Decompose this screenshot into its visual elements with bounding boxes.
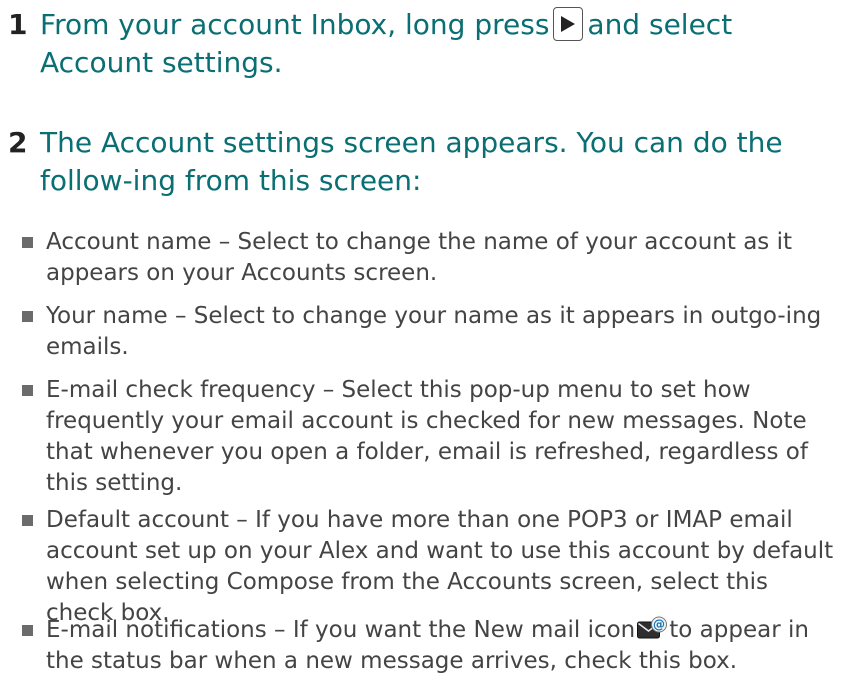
list-item-text: E-mail check frequency – Select this pop… (46, 377, 808, 496)
bullet-square-icon (22, 237, 33, 248)
bullet-square-icon (22, 311, 33, 322)
document-page: 1 From your account Inbox, long press and… (0, 0, 862, 687)
play-arrow-icon (553, 7, 584, 41)
step-text: The Account settings screen appears. You… (40, 126, 783, 197)
new-mail-icon: @ (637, 616, 668, 642)
step-number: 2 (8, 126, 28, 159)
list-item-text: Default account – If you have more than … (46, 507, 834, 626)
list-item: Default account – If you have more than … (22, 505, 842, 629)
list-item-text: Your name – Select to change your name a… (46, 303, 822, 360)
bullet-square-icon (22, 515, 33, 526)
list-item: Your name – Select to change your name a… (22, 301, 842, 363)
bullet-square-icon (22, 625, 33, 636)
list-item-text: Account name – Select to change the name… (46, 229, 792, 286)
list-item-text: E-mail notifications – If you want the N… (46, 616, 809, 674)
step-text: From your account Inbox, long press and s… (40, 7, 733, 79)
list-item: E-mail check frequency – Select this pop… (22, 375, 842, 499)
step-2: 2 The Account settings screen appears. Y… (8, 124, 848, 200)
bullet-square-icon (22, 385, 33, 396)
list-item: Account name – Select to change the name… (22, 227, 842, 289)
svg-text:@: @ (653, 618, 665, 632)
list-item: E-mail notifications – If you want the N… (22, 615, 842, 677)
step-1: 1 From your account Inbox, long press and… (8, 6, 848, 82)
step-number: 1 (8, 8, 28, 41)
